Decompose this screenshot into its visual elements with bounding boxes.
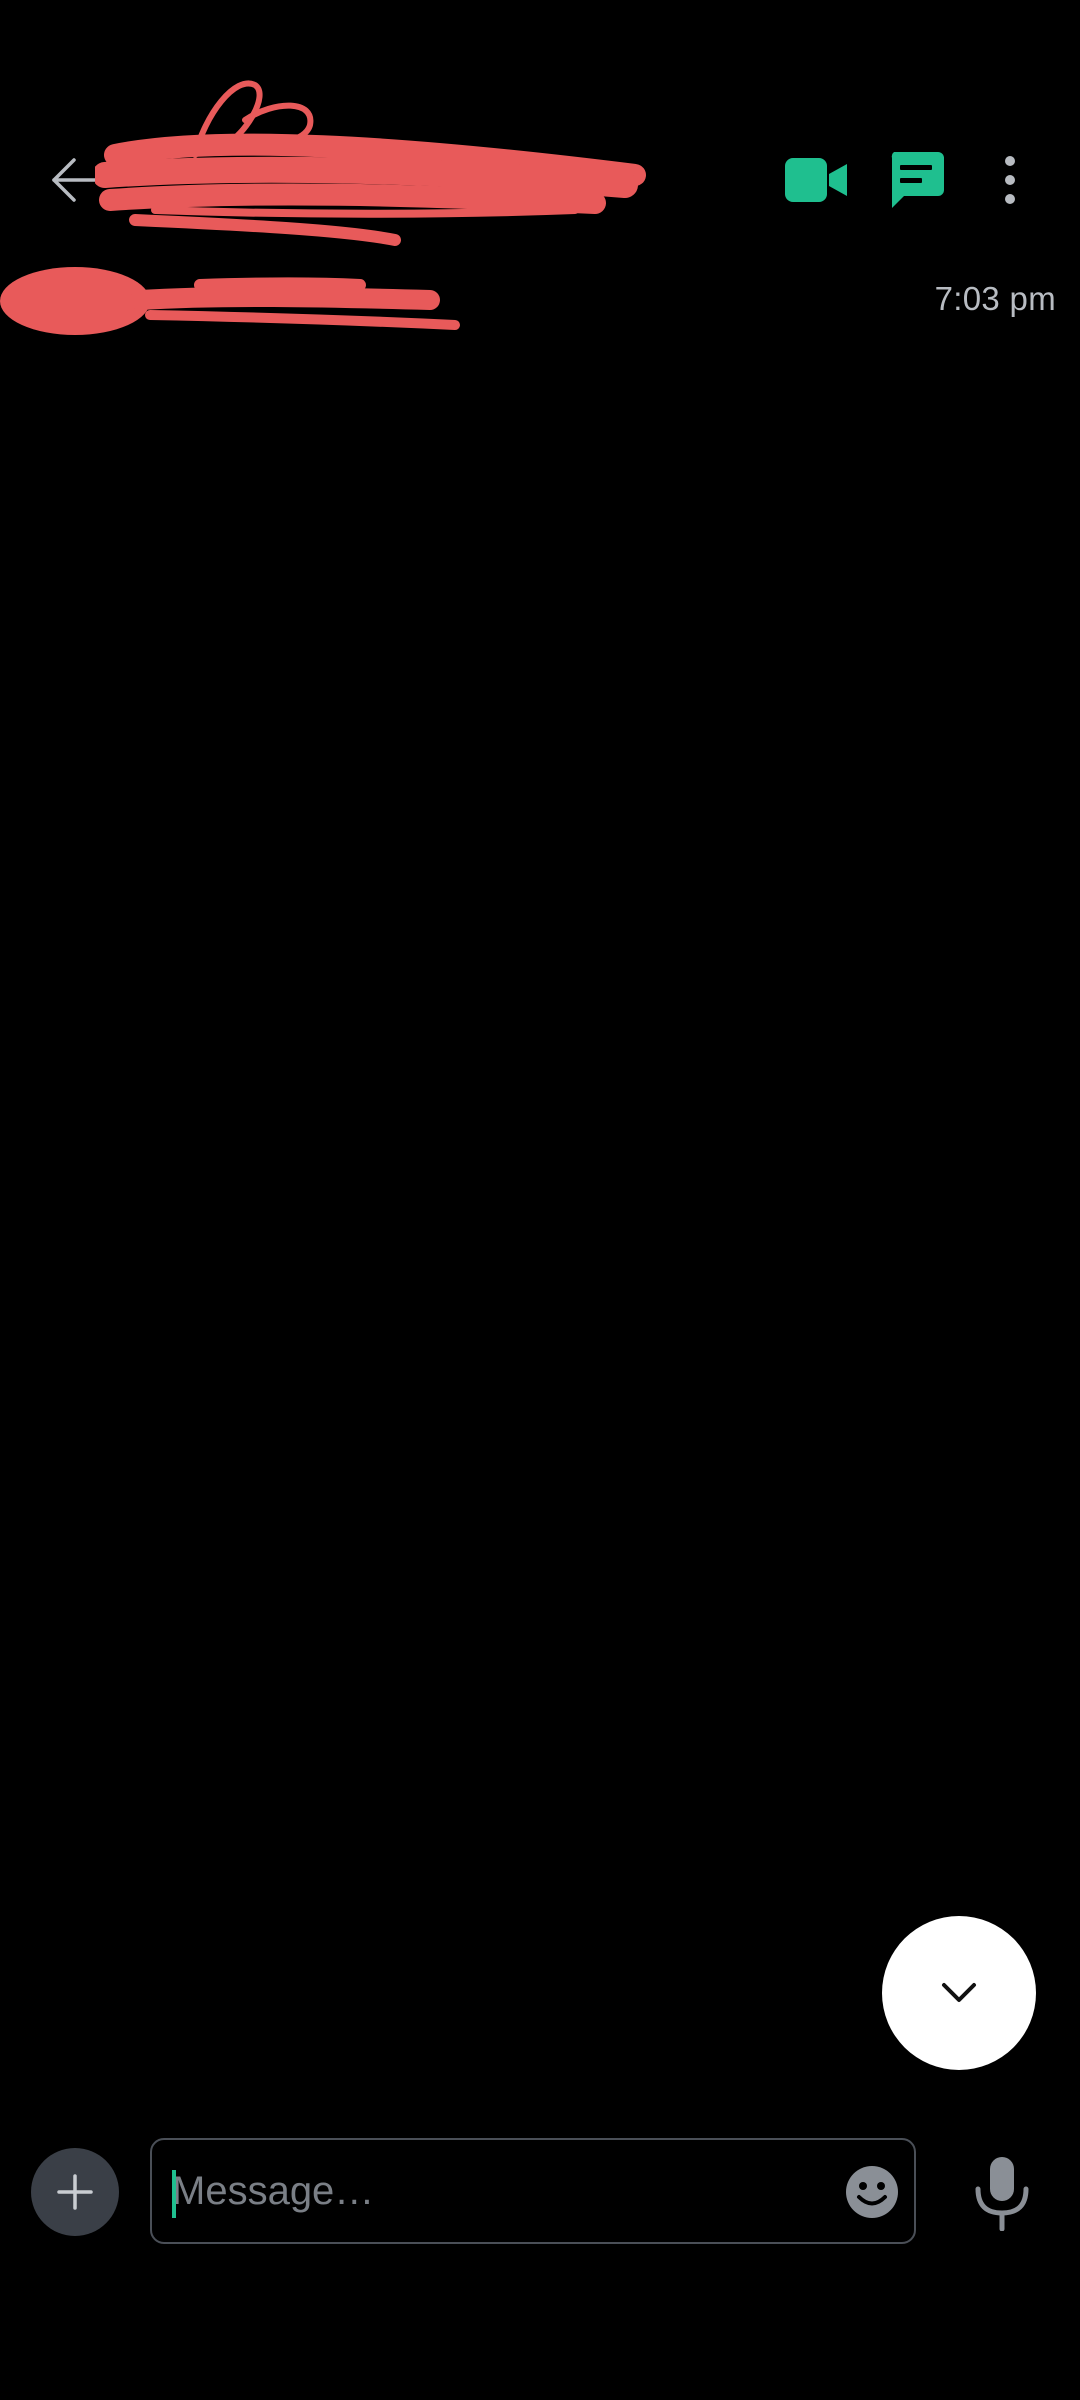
redaction-scribble-name <box>95 80 646 246</box>
chat-button[interactable] <box>876 140 956 220</box>
arrow-left-icon <box>52 158 110 202</box>
add-attachment-button[interactable] <box>31 2148 119 2236</box>
chat-bubble-icon <box>891 152 944 208</box>
smiley-icon <box>846 2166 898 2218</box>
emoji-button[interactable] <box>842 2162 902 2222</box>
scroll-to-bottom-button[interactable] <box>882 1916 1036 2070</box>
video-camera-icon <box>785 158 847 202</box>
message-input[interactable] <box>172 2140 812 2242</box>
message-timestamp: 7:03 pm <box>934 280 1056 317</box>
more-vertical-icon <box>1005 156 1015 204</box>
more-options-button[interactable] <box>980 140 1040 220</box>
plus-icon <box>57 2174 93 2210</box>
microphone-icon <box>975 2157 1029 2231</box>
chevron-down-icon <box>942 1983 976 2002</box>
back-button[interactable] <box>40 140 120 220</box>
redaction-scribble-status <box>0 267 460 335</box>
video-call-button[interactable] <box>776 140 856 220</box>
text-cursor <box>172 2170 176 2218</box>
message-composer <box>150 2138 916 2244</box>
chat-screen: 7:03 pm <box>0 0 1080 2400</box>
voice-message-button[interactable] <box>962 2148 1042 2238</box>
